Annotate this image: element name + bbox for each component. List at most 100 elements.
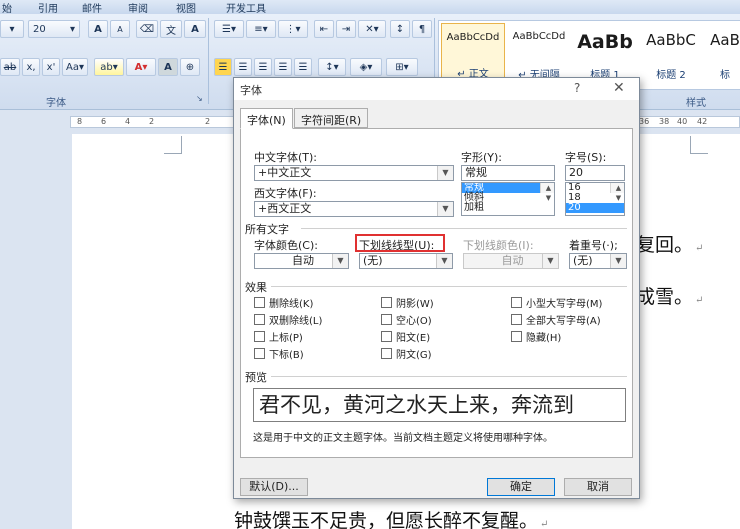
tab-view[interactable]: 视图 — [176, 0, 196, 15]
scrollbar[interactable]: ▲ ▼ — [540, 183, 554, 202]
numbering-icon[interactable]: ≡▾ — [246, 20, 276, 38]
underline-style-dropdown[interactable]: (无) ▼ — [359, 253, 453, 269]
small-caps-label: 小型大写字母(M) — [526, 299, 603, 310]
ok-button[interactable]: 确定 — [487, 478, 555, 496]
decrease-indent-icon[interactable]: ⇤ — [314, 20, 334, 38]
superscript-label: 上标(P) — [269, 333, 303, 344]
all-caps-checkbox[interactable] — [511, 314, 522, 325]
font-color-dropdown[interactable]: 自动 ▼ — [254, 253, 349, 269]
font-name-dropdown[interactable]: ▾ — [0, 20, 24, 38]
font-dialog-launcher-icon[interactable]: ↘ — [196, 94, 203, 103]
tab-mailings[interactable]: 邮件 — [82, 0, 102, 15]
doc-line-fragment[interactable]: 成雪。 ↵ — [636, 282, 703, 309]
list-item[interactable]: 加粗 — [462, 203, 554, 213]
engrave-checkbox[interactable] — [381, 348, 392, 359]
margin-corner — [164, 136, 182, 154]
font-size-input[interactable]: 20 — [565, 165, 625, 181]
shadow-checkbox[interactable] — [381, 297, 392, 308]
char-shading-icon[interactable]: A — [158, 58, 178, 76]
align-center-icon[interactable]: ☰ — [234, 58, 252, 76]
distribute-icon[interactable]: ☰ — [294, 58, 312, 76]
align-left-icon[interactable]: ☰ — [214, 58, 232, 76]
chevron-down-icon[interactable]: ▼ — [332, 254, 348, 268]
font-size-dropdown[interactable]: 20 ▾ — [28, 20, 80, 38]
set-default-button[interactable]: 默认(D)... — [240, 478, 308, 496]
align-right-icon[interactable]: ☰ — [254, 58, 272, 76]
tab-character-spacing[interactable]: 字符间距(R) — [294, 108, 369, 128]
multilevel-list-icon[interactable]: ⋮▾ — [278, 20, 308, 38]
font-size-label: 字号(S): — [565, 151, 607, 164]
subscript-checkbox[interactable] — [254, 348, 265, 359]
font-color-icon[interactable]: A▾ — [126, 58, 156, 76]
ruler-tick: 2 — [149, 117, 155, 126]
list-item[interactable]: 20 — [566, 203, 624, 213]
font-size-value: 20 — [33, 23, 46, 35]
tab-review[interactable]: 审阅 — [128, 0, 148, 15]
tab-references[interactable]: 引用 — [38, 0, 58, 15]
bullets-icon[interactable]: ☰▾ — [214, 20, 244, 38]
scroll-down-icon[interactable]: ▼ — [616, 193, 621, 203]
scroll-up-icon[interactable]: ▲ — [616, 183, 621, 193]
section-divider — [271, 286, 627, 287]
chinese-layout-icon[interactable]: ✕▾ — [358, 20, 386, 38]
chevron-down-icon[interactable]: ▼ — [436, 254, 452, 268]
ruler-tick: 38 — [659, 117, 670, 126]
outline-checkbox[interactable] — [381, 314, 392, 325]
subscript-icon[interactable]: x, — [22, 58, 40, 76]
doc-line-fragment[interactable]: 复回。 ↵ — [636, 230, 703, 257]
line-spacing-icon[interactable]: ↕▾ — [318, 58, 346, 76]
font-size-list[interactable]: 16 18 20 ▲ ▼ — [565, 182, 625, 216]
borders-icon[interactable]: ⊞▾ — [386, 58, 418, 76]
close-icon[interactable]: ✕ — [613, 80, 625, 96]
scrollbar[interactable]: ▲ ▼ — [610, 183, 624, 202]
double-strikethrough-checkbox[interactable] — [254, 314, 265, 325]
style-tile-title[interactable]: AaB 标 — [705, 23, 740, 87]
shading-icon[interactable]: ◈▾ — [350, 58, 382, 76]
emboss-checkbox[interactable] — [381, 331, 392, 342]
section-divider — [301, 228, 627, 229]
increase-indent-icon[interactable]: ⇥ — [336, 20, 356, 38]
superscript-icon[interactable]: x' — [42, 58, 60, 76]
scroll-down-icon[interactable]: ▼ — [546, 193, 551, 203]
chinese-font-dropdown[interactable]: +中文正文 ▼ — [254, 165, 454, 181]
scroll-up-icon[interactable]: ▲ — [546, 183, 551, 193]
chevron-down-icon[interactable]: ▼ — [437, 202, 453, 216]
sort-icon[interactable]: ↕ — [390, 20, 410, 38]
strikethrough-icon[interactable]: ab — [0, 58, 20, 76]
tab-home[interactable]: 始 — [2, 0, 12, 15]
justify-icon[interactable]: ☰ — [274, 58, 292, 76]
section-divider — [271, 376, 627, 377]
help-icon[interactable]: ? — [574, 81, 580, 95]
char-border-icon[interactable]: A — [184, 20, 206, 38]
paragraph-mark-icon: ↵ — [540, 519, 549, 529]
font-style-label: 字形(Y): — [461, 151, 503, 164]
hidden-checkbox[interactable] — [511, 331, 522, 342]
enclose-char-icon[interactable]: ⊕ — [180, 58, 200, 76]
change-case-icon[interactable]: Aa▾ — [62, 58, 88, 76]
strikethrough-checkbox[interactable] — [254, 297, 265, 308]
style-tile-heading-2[interactable]: AaBbC 标题 2 — [639, 23, 703, 87]
show-marks-icon[interactable]: ¶ — [412, 20, 432, 38]
underline-color-label: 下划线颜色(I): — [463, 239, 534, 252]
shrink-font-icon[interactable]: A — [110, 20, 130, 38]
grow-font-icon[interactable]: A — [88, 20, 108, 38]
emphasis-mark-dropdown[interactable]: (无) ▼ — [569, 253, 627, 269]
tab-developer[interactable]: 开发工具 — [226, 0, 266, 15]
font-style-input[interactable]: 常规 — [461, 165, 555, 181]
chevron-down-icon[interactable]: ▼ — [437, 166, 453, 180]
font-color-label: 字体颜色(C): — [254, 239, 318, 252]
font-style-list[interactable]: 常规 倾斜 加粗 ▲ ▼ — [461, 182, 555, 216]
western-font-dropdown[interactable]: +西文正文 ▼ — [254, 201, 454, 217]
clear-format-icon[interactable]: ⌫ — [136, 20, 158, 38]
chevron-down-icon[interactable]: ▼ — [610, 254, 626, 268]
dialog-titlebar[interactable]: 字体 ? ✕ — [234, 78, 639, 100]
phonetic-guide-icon[interactable]: 文 — [160, 20, 182, 38]
cancel-button[interactable]: 取消 — [564, 478, 632, 496]
emboss-label: 阳文(E) — [396, 333, 431, 344]
tab-font[interactable]: 字体(N) — [240, 108, 293, 129]
superscript-checkbox[interactable] — [254, 331, 265, 342]
small-caps-checkbox[interactable] — [511, 297, 522, 308]
doc-line[interactable]: 钟鼓馔玉不足贵，但愿长醉不复醒。 ↵ — [234, 506, 548, 529]
highlight-icon[interactable]: ab▾ — [94, 58, 124, 76]
style-sample: AaB — [710, 31, 740, 49]
